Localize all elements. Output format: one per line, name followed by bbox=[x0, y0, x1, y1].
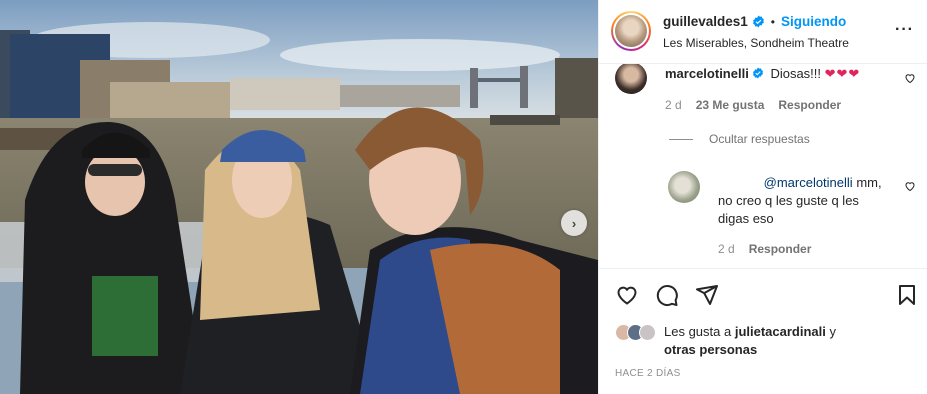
like-reply-heart-icon[interactable] bbox=[904, 180, 916, 192]
more-options-icon[interactable]: ··· bbox=[895, 22, 914, 38]
post-actions: Les gusta a julietacardinali y otras per… bbox=[599, 268, 927, 394]
reply-reply-button[interactable]: Responder bbox=[749, 242, 812, 256]
like-heart-icon[interactable] bbox=[615, 283, 639, 307]
next-photo-button[interactable]: › bbox=[561, 210, 587, 236]
comment-body: Diosas!!! bbox=[770, 66, 822, 81]
likes-summary: Les gusta a julietacardinali y otras per… bbox=[615, 323, 836, 359]
divider-line bbox=[669, 139, 693, 141]
hide-replies-label: Ocultar respuestas bbox=[709, 132, 810, 146]
comments-list: marcelotinelli Diosas!!! ❤❤❤ 2 d 23 Me gu… bbox=[599, 64, 927, 268]
comment-avatar[interactable] bbox=[615, 64, 647, 94]
post-time-ago[interactable]: HACE 2 DÍAS bbox=[615, 368, 681, 379]
likes-prefix: Les gusta a bbox=[664, 324, 732, 339]
reply-avatar[interactable] bbox=[668, 171, 700, 203]
verified-badge-icon bbox=[752, 15, 765, 28]
author-avatar-image bbox=[615, 15, 647, 47]
author-username[interactable]: guillevaldes1 bbox=[663, 14, 748, 29]
chevron-right-icon: › bbox=[571, 215, 577, 231]
reply-time: 2 d bbox=[718, 242, 735, 256]
reply-meta: 2 d Responder bbox=[718, 242, 811, 256]
heart-emojis: ❤❤❤ bbox=[824, 66, 861, 81]
author-line: guillevaldes1 • Siguiendo bbox=[663, 14, 846, 29]
separator-dot: • bbox=[770, 14, 775, 29]
hide-replies-button[interactable]: Ocultar respuestas bbox=[669, 132, 810, 146]
author-avatar[interactable] bbox=[611, 11, 651, 51]
comment-likes[interactable]: 23 Me gusta bbox=[696, 98, 765, 112]
following-button[interactable]: Siguiendo bbox=[781, 14, 846, 29]
like-comment-heart-icon[interactable] bbox=[904, 72, 916, 84]
comment-bubble-icon[interactable] bbox=[655, 283, 679, 307]
comment-username[interactable]: marcelotinelli bbox=[665, 66, 749, 81]
comment-meta: 2 d 23 Me gusta Responder bbox=[665, 98, 841, 112]
liker-avatars bbox=[615, 324, 656, 341]
verified-badge-icon bbox=[752, 67, 764, 79]
post-photo: › bbox=[0, 0, 598, 394]
reply-mention[interactable]: @marcelotinelli bbox=[764, 175, 853, 190]
likes-text: Les gusta a julietacardinali y otras per… bbox=[664, 323, 836, 359]
reply-text: @marcelotinelli mm, no creo q les guste … bbox=[718, 174, 888, 228]
save-bookmark-icon[interactable] bbox=[895, 283, 919, 307]
comment-time: 2 d bbox=[665, 98, 682, 112]
likes-user[interactable]: julietacardinali bbox=[735, 324, 826, 339]
likes-connector: y bbox=[829, 324, 837, 339]
post-location[interactable]: Les Miserables, Sondheim Theatre bbox=[663, 36, 849, 50]
post-side-panel: guillevaldes1 • Siguiendo Les Miserables… bbox=[598, 0, 927, 394]
photo-scene bbox=[0, 0, 598, 394]
likes-others[interactable]: otras personas bbox=[664, 342, 757, 357]
share-paper-plane-icon[interactable] bbox=[695, 283, 719, 307]
liker-avatar[interactable] bbox=[639, 324, 656, 341]
reply-button[interactable]: Responder bbox=[778, 98, 841, 112]
post-header: guillevaldes1 • Siguiendo Les Miserables… bbox=[599, 0, 927, 64]
comment-text: marcelotinelli Diosas!!! ❤❤❤ bbox=[665, 66, 860, 82]
